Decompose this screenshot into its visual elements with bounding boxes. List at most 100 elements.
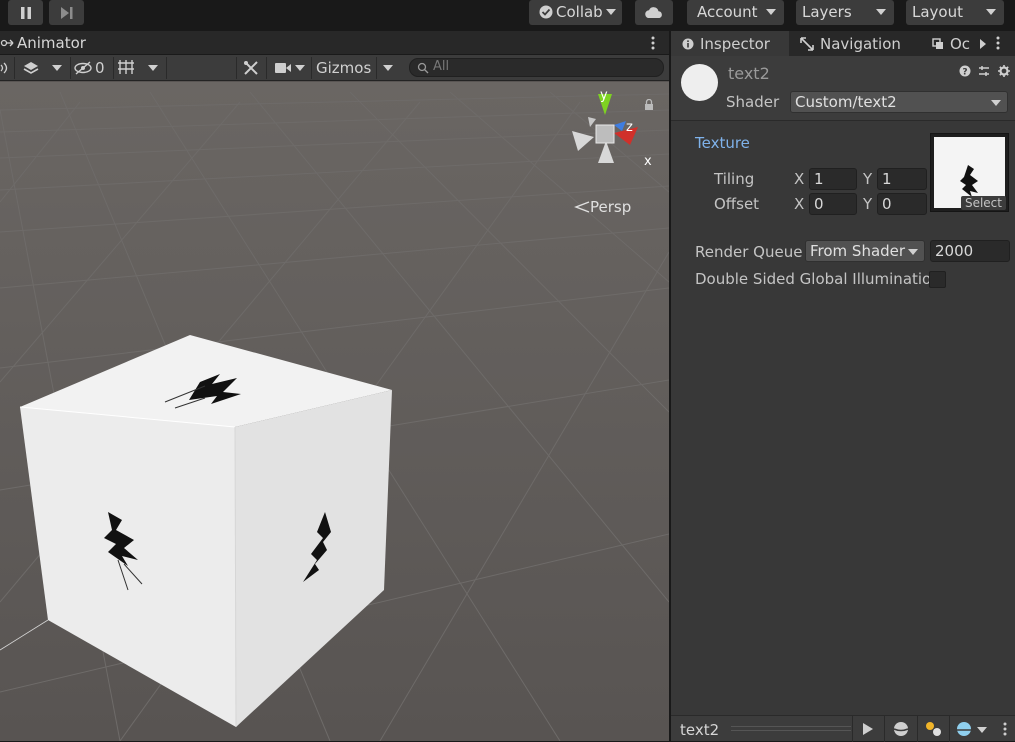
offset-x-label: X: [794, 195, 805, 213]
material-preview-icon: [681, 64, 718, 101]
persp-toggle[interactable]: Persp: [574, 198, 631, 216]
layout-label: Layout: [912, 3, 963, 21]
layers-label: Layers: [802, 3, 852, 21]
animator-icon: [0, 39, 14, 47]
camera-dropdown[interactable]: [295, 57, 309, 79]
sphere-preview-icon[interactable]: [893, 721, 909, 737]
chevron-down-icon: [148, 65, 158, 71]
tab-occlusion-label: Oc: [950, 34, 971, 53]
inspector-panel: Inspector Navigation Oc text2 ? Shader C…: [671, 31, 1015, 741]
tab-inspector-label: Inspector: [700, 34, 770, 53]
camera-button[interactable]: [274, 57, 292, 79]
texture-slot[interactable]: Select: [930, 133, 1009, 212]
scene-viewport[interactable]: y z x Persp: [0, 82, 669, 741]
effects-dropdown[interactable]: [52, 57, 66, 79]
eye-hidden-icon: [74, 61, 92, 75]
pause-icon: [20, 6, 31, 19]
scene-tab-title[interactable]: Animator: [17, 34, 86, 52]
render-queue-mode: From Shader: [810, 242, 906, 260]
double-sided-gi-label: Double Sided Global Illumination: [695, 270, 941, 288]
lock-icon[interactable]: [644, 99, 654, 111]
axis-z-label: z: [626, 120, 633, 135]
chevron-down-icon: [52, 65, 62, 71]
account-dropdown[interactable]: Account: [687, 0, 784, 25]
hidden-count: 0: [95, 59, 105, 77]
scene-toolbar: 0 Gizmos All: [0, 55, 669, 81]
scene-visibility-toggle[interactable]: 0: [74, 57, 110, 79]
search-placeholder: All: [433, 59, 450, 74]
gear-icon[interactable]: [998, 65, 1010, 77]
info-icon: [682, 38, 694, 49]
texture-property-label: Texture: [695, 134, 750, 152]
more-options-icon[interactable]: [995, 35, 1001, 51]
svg-text:?: ?: [962, 68, 967, 77]
grid-dropdown[interactable]: [148, 57, 162, 79]
material-header: text2 ? Shader Custom/text2: [671, 56, 1015, 121]
tab-scroll-right[interactable]: [976, 31, 990, 56]
render-queue-label: Render Queue: [695, 243, 803, 261]
tab-navigation-label: Navigation: [820, 34, 901, 53]
render-queue-dropdown[interactable]: From Shader: [805, 240, 925, 262]
offset-y-field[interactable]: 0: [877, 193, 927, 215]
occlusion-icon: [932, 37, 943, 49]
render-queue-field[interactable]: 2000: [930, 240, 1010, 262]
cloud-icon: [645, 6, 662, 18]
tab-inspector[interactable]: Inspector: [671, 31, 789, 56]
gizmos-dropdown[interactable]: [383, 57, 397, 79]
tiling-x-field[interactable]: 1: [809, 168, 857, 190]
chevron-down-icon: [383, 65, 393, 71]
grid-toggle[interactable]: [117, 57, 137, 79]
chevron-down-icon: [876, 9, 886, 15]
scene-canvas[interactable]: [0, 82, 669, 741]
chevron-down-icon: [986, 9, 996, 15]
preview-mesh-icon[interactable]: [956, 721, 974, 737]
scene-view[interactable]: Animator 0 Gizmos All y z x Persp: [0, 31, 669, 741]
axis-x-label: x: [644, 154, 652, 169]
material-name: text2: [728, 64, 770, 83]
inspector-tab-row: Inspector Navigation Oc: [671, 31, 1015, 56]
more-options-icon[interactable]: [1002, 721, 1008, 737]
offset-y-label: Y: [863, 195, 873, 213]
texture-select-button[interactable]: Select: [960, 196, 1006, 210]
shader-dropdown[interactable]: Custom/text2: [790, 91, 1008, 113]
tab-navigation[interactable]: Navigation: [800, 31, 920, 56]
double-sided-gi-checkbox[interactable]: [929, 271, 946, 288]
offset-x-field[interactable]: 0: [809, 193, 857, 215]
effects-toggle[interactable]: [22, 57, 44, 79]
main-toolbar: Collab Account Layers Layout: [0, 0, 1015, 30]
scene-search-input[interactable]: All: [409, 58, 664, 77]
tiling-label: Tiling: [714, 170, 755, 188]
gizmos-button[interactable]: Gizmos: [316, 57, 376, 79]
play-icon[interactable]: [861, 722, 875, 736]
navigation-icon: [800, 36, 814, 51]
more-options-icon[interactable]: [650, 35, 656, 51]
tiling-y-label: Y: [863, 170, 873, 188]
tab-occlusion[interactable]: Oc: [932, 31, 980, 56]
tiling-y-field[interactable]: 1: [877, 168, 927, 190]
step-button[interactable]: [49, 0, 84, 25]
chevron-down-icon: [295, 65, 305, 71]
step-forward-icon: [60, 6, 72, 19]
layers-dropdown[interactable]: Layers: [796, 0, 894, 25]
collab-dropdown[interactable]: Collab: [529, 0, 622, 25]
scene-tools-button[interactable]: [243, 57, 261, 79]
layers-stack-icon: [23, 62, 39, 74]
presets-icon[interactable]: [978, 65, 990, 77]
lighting-preview-icon[interactable]: [925, 721, 943, 737]
help-icon[interactable]: ?: [959, 65, 971, 77]
grid-icon: [118, 60, 134, 74]
audio-toggle[interactable]: [0, 57, 14, 79]
search-icon: [417, 62, 429, 74]
tiling-x-label: X: [794, 170, 805, 188]
audio-icon: [0, 62, 8, 74]
camera-icon: [275, 63, 291, 73]
chevron-down-icon: [606, 9, 616, 15]
chevron-down-icon[interactable]: [977, 727, 987, 733]
shader-value: Custom/text2: [795, 93, 897, 111]
preview-drag-handle[interactable]: [731, 726, 851, 731]
layout-dropdown[interactable]: Layout: [906, 0, 1004, 25]
account-label: Account: [697, 3, 758, 21]
preview-bar: text2: [671, 715, 1015, 742]
cloud-button[interactable]: [635, 0, 673, 25]
pause-button[interactable]: [8, 0, 43, 25]
